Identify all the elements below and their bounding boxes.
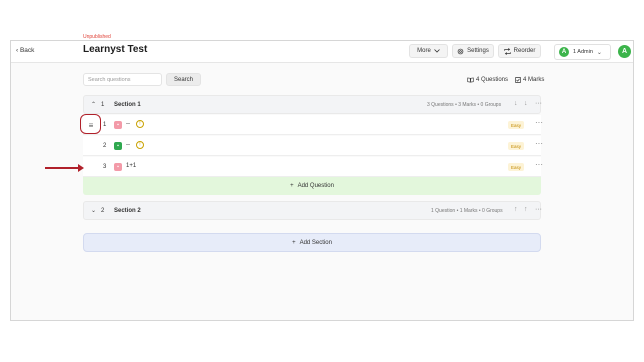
arrow-up-icon[interactable]: ↑	[514, 206, 518, 213]
question-row[interactable]: 3 ▪ 1+1 Easy ···	[83, 157, 543, 177]
annotation-arrow-head	[78, 164, 84, 172]
checkbox-icon	[515, 77, 521, 83]
reorder-button[interactable]: Reorder	[498, 44, 541, 58]
more-label: More	[417, 48, 431, 54]
chevron-down-icon: ⌄	[596, 49, 602, 56]
question-number: 2	[103, 143, 107, 149]
back-link[interactable]: ‹ Back	[16, 47, 34, 54]
question-row[interactable]: 2 ▪ -- ! Easy ···	[83, 136, 543, 156]
more-options-icon[interactable]: ···	[535, 100, 542, 107]
add-question-label: Add Question	[297, 183, 334, 189]
section-meta: 1 Question • 1 Marks • 0 Groups	[431, 208, 503, 214]
marks-count: 4 Marks	[515, 77, 544, 83]
drag-handle-icon[interactable]	[84, 139, 98, 153]
marks-count-label: 4 Marks	[523, 77, 545, 83]
section-number: 1	[101, 102, 105, 108]
reorder-label: Reorder	[513, 48, 536, 54]
questions-count-label: 4 Questions	[476, 77, 509, 83]
page-title: Learnyst Test	[83, 44, 148, 55]
drag-handle-icon[interactable]	[84, 160, 98, 174]
warning-icon: !	[136, 120, 144, 128]
chevron-down-icon[interactable]: ⌄	[91, 207, 96, 214]
more-options-icon[interactable]: ···	[535, 118, 543, 127]
questions-count: 4 Questions	[467, 77, 508, 83]
section-header[interactable]: ⌃ 1 Section 1 3 Questions • 3 Marks • 0 …	[83, 95, 542, 114]
more-button[interactable]: More	[409, 44, 448, 58]
question-text: --	[126, 142, 130, 148]
chevron-up-icon[interactable]: ⌃	[91, 101, 96, 108]
settings-button[interactable]: Settings	[452, 44, 494, 58]
question-type-icon: ▪	[114, 121, 122, 129]
arrow-down-icon[interactable]: ↓	[524, 100, 528, 107]
section-name: Section 1	[114, 102, 141, 108]
add-question-button[interactable]: + Add Question	[83, 177, 541, 195]
question-text: 1+1	[126, 163, 137, 169]
reorder-icon	[504, 47, 511, 55]
question-type-icon: ▪	[114, 142, 122, 150]
user-avatar[interactable]: A	[618, 45, 631, 58]
question-row[interactable]: ≡ 1 ▪ -- ! Easy ···	[83, 115, 543, 135]
section-name: Section 2	[114, 208, 141, 214]
highlight-ring	[80, 114, 101, 134]
add-section-button[interactable]: + Add Section	[83, 233, 541, 252]
question-number: 3	[103, 164, 107, 170]
difficulty-badge: Easy	[508, 142, 524, 150]
publish-status: Unpublished	[83, 34, 111, 40]
admin-label: 1 Admin	[573, 49, 593, 55]
section-header[interactable]: ⌄ 2 Section 2 1 Question • 1 Marks • 0 G…	[83, 201, 542, 220]
plus-icon: +	[290, 183, 294, 189]
plus-icon: +	[292, 239, 296, 246]
section-number: 2	[101, 208, 105, 214]
more-options-icon[interactable]: ···	[535, 139, 543, 148]
chevron-down-icon	[434, 49, 440, 53]
settings-label: Settings	[467, 48, 489, 54]
question-number: 1	[103, 122, 107, 128]
question-type-icon: ▪	[114, 163, 122, 171]
arrow-up-icon[interactable]: ↑	[524, 206, 528, 213]
search-button[interactable]: Search	[166, 73, 201, 86]
add-section-label: Add Section	[299, 239, 332, 246]
book-icon	[467, 77, 474, 83]
question-text: --	[126, 121, 130, 127]
gear-icon	[457, 48, 464, 54]
more-options-icon[interactable]: ···	[535, 206, 542, 213]
section-meta: 3 Questions • 3 Marks • 0 Groups	[427, 102, 502, 108]
more-options-icon[interactable]: ···	[535, 160, 543, 169]
admin-switcher[interactable]: A 1 Admin ⌄	[554, 44, 611, 60]
warning-icon: !	[136, 141, 144, 149]
difficulty-badge: Easy	[508, 163, 524, 171]
search-input[interactable]: Search questions	[83, 73, 162, 86]
arrow-down-icon[interactable]: ↓	[514, 100, 518, 107]
annotation-arrow	[45, 167, 79, 169]
admin-avatar: A	[559, 47, 569, 57]
difficulty-badge: Easy	[508, 121, 524, 129]
